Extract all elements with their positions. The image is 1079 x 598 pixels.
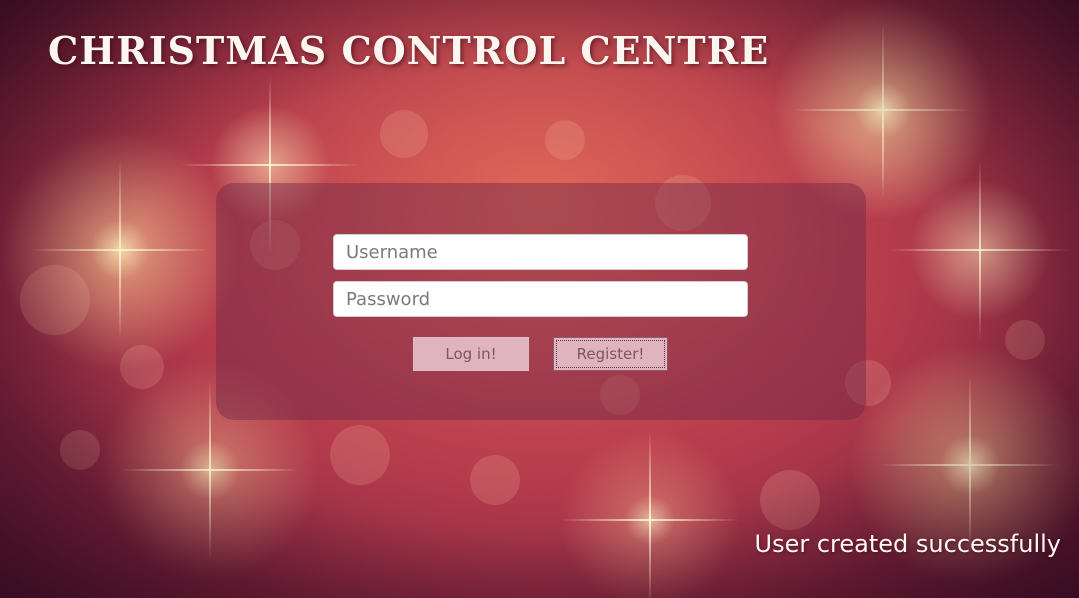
- register-button[interactable]: Register!: [553, 337, 668, 371]
- page-title: CHRISTMAS CONTROL CENTRE: [48, 28, 770, 73]
- username-input[interactable]: [333, 234, 748, 270]
- status-message: User created successfully: [754, 530, 1061, 558]
- password-input[interactable]: [333, 281, 748, 317]
- login-button[interactable]: Log in!: [413, 337, 529, 371]
